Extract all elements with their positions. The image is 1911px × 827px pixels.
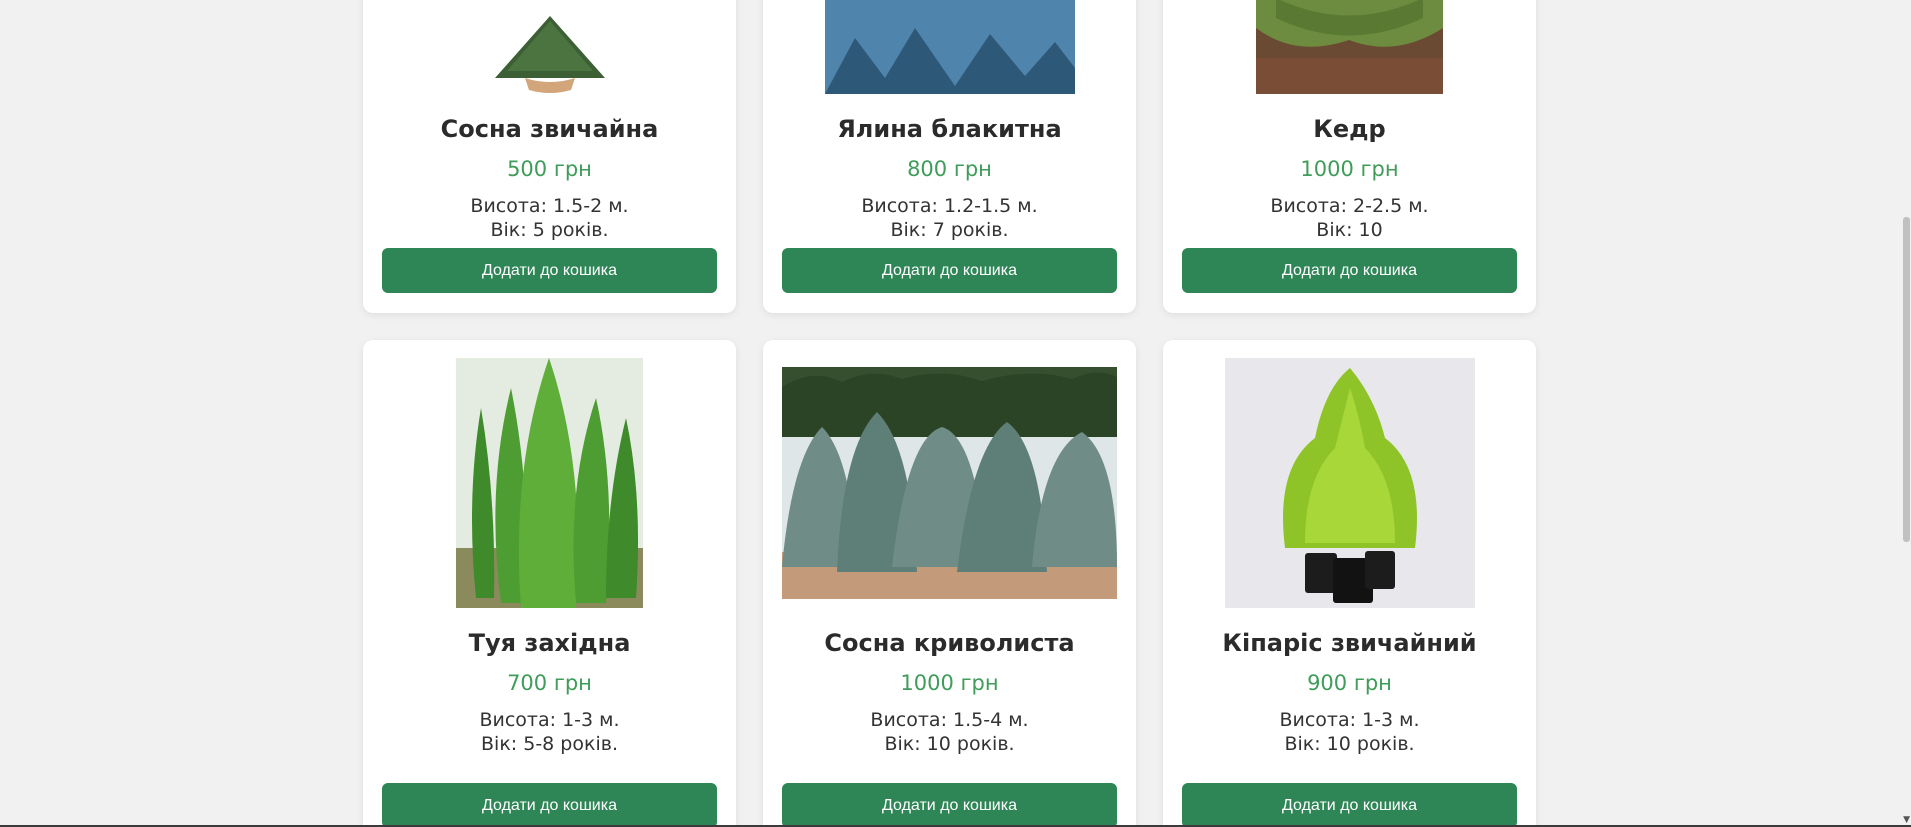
- product-age: Вік: 10: [1316, 219, 1383, 241]
- product-details: Висота: 1.5-2 м. Вік: 5 років.: [363, 194, 736, 242]
- product-height: Висота: 1.5-2 м.: [470, 195, 629, 217]
- product-price: 800 грн: [907, 157, 992, 181]
- product-card: Туя західна 700 грн Висота: 1-3 м. Вік: …: [363, 340, 736, 827]
- product-name: Сосна криволиста: [824, 629, 1075, 657]
- product-card: Кедр 1000 грн Висота: 2-2.5 м. Вік: 10 Д…: [1163, 0, 1536, 313]
- product-height: Висота: 1-3 м.: [1279, 709, 1420, 731]
- product-age: Вік: 10 років.: [884, 733, 1015, 755]
- blue-spruce-image: [824, 0, 1075, 94]
- add-to-cart-button[interactable]: Додати до кошика: [382, 783, 717, 827]
- product-image: [363, 0, 736, 94]
- add-to-cart-button[interactable]: Додати до кошика: [1182, 783, 1517, 827]
- product-card: Сосна звичайна 500 грн Висота: 1.5-2 м. …: [363, 0, 736, 313]
- add-to-cart-button[interactable]: Додати до кошика: [782, 783, 1117, 827]
- product-image: [763, 358, 1136, 608]
- scrollbar[interactable]: ▼: [1902, 0, 1911, 827]
- product-price: 1000 грн: [900, 671, 999, 695]
- product-catalog-page: Сосна звичайна 500 грн Висота: 1.5-2 м. …: [0, 0, 1911, 827]
- product-price: 1000 грн: [1300, 157, 1399, 181]
- product-name: Кедр: [1313, 115, 1386, 143]
- scrollbar-thumb[interactable]: [1903, 217, 1910, 542]
- product-card: Кіпаріс звичайний 900 грн Висота: 1-3 м.…: [1163, 340, 1536, 827]
- product-image: [1163, 358, 1536, 608]
- cypress-image: [1224, 358, 1475, 608]
- product-name: Туя західна: [468, 629, 631, 657]
- product-price: 500 грн: [507, 157, 592, 181]
- product-height: Висота: 2-2.5 м.: [1270, 195, 1429, 217]
- product-details: Висота: 2-2.5 м. Вік: 10: [1163, 194, 1536, 242]
- product-name: Ялина блакитна: [837, 115, 1062, 143]
- product-image: [1163, 0, 1536, 94]
- product-age: Вік: 5 років.: [490, 219, 609, 241]
- product-details: Висота: 1-3 м. Вік: 5-8 років.: [363, 708, 736, 756]
- product-price: 900 грн: [1307, 671, 1392, 695]
- product-image: [363, 358, 736, 608]
- scroll-down-icon[interactable]: ▼: [1903, 815, 1910, 825]
- product-details: Висота: 1.5-4 м. Вік: 10 років.: [763, 708, 1136, 756]
- product-price: 700 грн: [507, 671, 592, 695]
- lodgepole-pine-image: [782, 367, 1117, 599]
- product-height: Висота: 1-3 м.: [479, 709, 620, 731]
- product-name: Сосна звичайна: [440, 115, 659, 143]
- product-name: Кіпаріс звичайний: [1222, 629, 1477, 657]
- add-to-cart-button[interactable]: Додати до кошика: [382, 248, 717, 293]
- cedar-image: [1256, 0, 1443, 94]
- product-card: Сосна криволиста 1000 грн Висота: 1.5-4 …: [763, 340, 1136, 827]
- product-age: Вік: 10 років.: [1284, 733, 1415, 755]
- product-details: Висота: 1-3 м. Вік: 10 років.: [1163, 708, 1536, 756]
- thuja-image: [456, 358, 643, 608]
- pine-tree-image: [494, 16, 605, 93]
- add-to-cart-button[interactable]: Додати до кошика: [782, 248, 1117, 293]
- product-age: Вік: 5-8 років.: [481, 733, 618, 755]
- product-image: [763, 0, 1136, 94]
- add-to-cart-button[interactable]: Додати до кошика: [1182, 248, 1517, 293]
- product-height: Висота: 1.2-1.5 м.: [861, 195, 1038, 217]
- product-age: Вік: 7 років.: [890, 219, 1009, 241]
- product-height: Висота: 1.5-4 м.: [870, 709, 1029, 731]
- product-card: Ялина блакитна 800 грн Висота: 1.2-1.5 м…: [763, 0, 1136, 313]
- product-details: Висота: 1.2-1.5 м. Вік: 7 років.: [763, 194, 1136, 242]
- product-grid: Сосна звичайна 500 грн Висота: 1.5-2 м. …: [363, 0, 1537, 827]
